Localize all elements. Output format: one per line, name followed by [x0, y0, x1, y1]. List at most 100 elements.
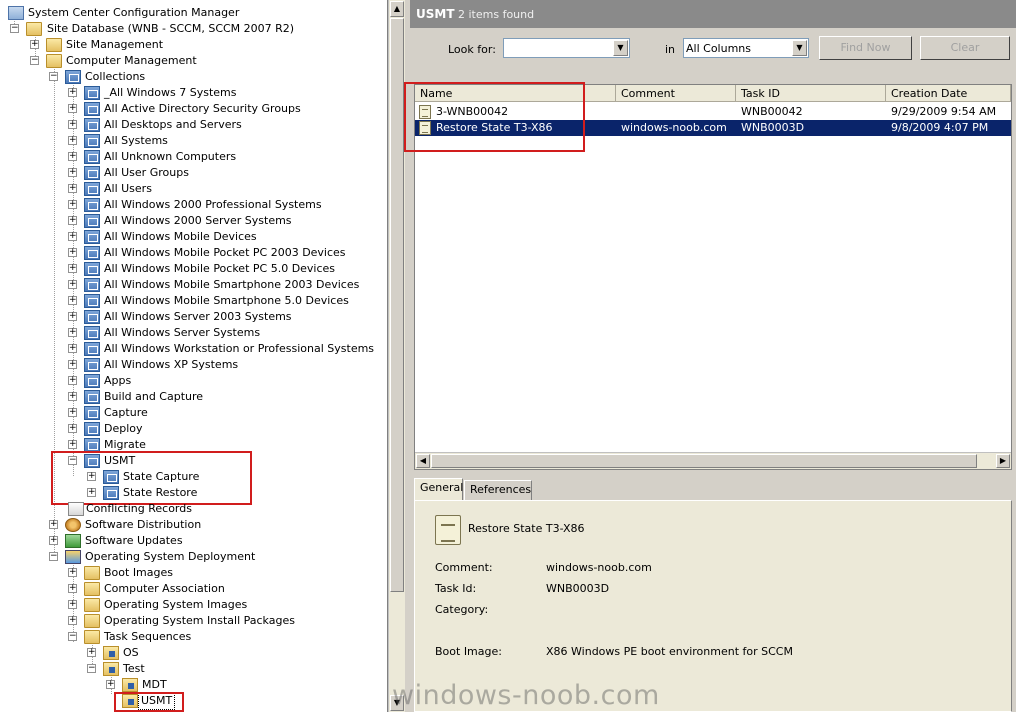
tree-collection-item[interactable]: + All Users: [68, 181, 368, 197]
tree-osd-item[interactable]: + Computer Association: [68, 581, 368, 597]
tree-osd-item[interactable]: + Boot Images: [68, 565, 368, 581]
folder-icon: [46, 54, 62, 68]
tree-root[interactable]: System Center Configuration Manager: [8, 5, 308, 21]
chevron-down-icon[interactable]: ▼: [792, 40, 807, 56]
tree-collection-item[interactable]: + All Windows XP Systems: [68, 357, 368, 373]
tree-scrollbar[interactable]: ▲ ▼: [388, 0, 405, 712]
expand-icon[interactable]: +: [68, 248, 77, 257]
find-now-button[interactable]: Find Now: [819, 36, 912, 60]
expand-icon[interactable]: +: [68, 184, 77, 193]
expand-icon[interactable]: +: [68, 120, 77, 129]
tree-collection-item[interactable]: + All Active Directory Security Groups: [68, 101, 368, 117]
expand-icon[interactable]: +: [68, 280, 77, 289]
tree-osd-item[interactable]: + Operating System Install Packages: [68, 613, 368, 629]
tree-software-distribution[interactable]: + Software Distribution: [49, 517, 309, 533]
tree-collection-item[interactable]: + Deploy: [68, 421, 368, 437]
scroll-right-icon[interactable]: ▶: [996, 454, 1010, 468]
tree-collection-item[interactable]: + _All Windows 7 Systems: [68, 85, 368, 101]
expand-icon[interactable]: +: [68, 568, 77, 577]
tree-task-sequences[interactable]: − Task Sequences: [68, 629, 328, 645]
tree-collection-item[interactable]: + All Windows Workstation or Professional…: [68, 341, 374, 357]
expand-icon[interactable]: +: [68, 376, 77, 385]
tree-collection-item[interactable]: + All Windows 2000 Server Systems: [68, 213, 368, 229]
expand-icon[interactable]: +: [68, 136, 77, 145]
expand-icon[interactable]: +: [49, 520, 58, 529]
expand-icon[interactable]: +: [68, 264, 77, 273]
tab-references[interactable]: References: [464, 480, 532, 500]
expand-icon[interactable]: +: [68, 200, 77, 209]
tree-conflicting-records[interactable]: Conflicting Records: [68, 501, 268, 517]
tree-collection-item[interactable]: + All Windows Mobile Pocket PC 2003 Devic…: [68, 245, 368, 261]
tree-collections[interactable]: − Collections: [49, 69, 309, 85]
column-header-creation-date[interactable]: Creation Date: [886, 85, 1011, 102]
scroll-thumb[interactable]: [390, 18, 404, 592]
expand-icon[interactable]: +: [68, 616, 77, 625]
expand-icon[interactable]: +: [106, 680, 115, 689]
chevron-down-icon[interactable]: ▼: [613, 40, 628, 56]
tree-collection-item[interactable]: + All User Groups: [68, 165, 368, 181]
tree-collection-item[interactable]: + Build and Capture: [68, 389, 368, 405]
expand-icon[interactable]: +: [68, 328, 77, 337]
tree-software-updates[interactable]: + Software Updates: [49, 533, 309, 549]
scroll-left-icon[interactable]: ◀: [416, 454, 430, 468]
tree-ts-mdt[interactable]: + MDT: [106, 677, 306, 693]
expand-icon[interactable]: +: [68, 600, 77, 609]
scroll-thumb[interactable]: [431, 454, 977, 468]
expand-icon[interactable]: +: [68, 296, 77, 305]
expand-icon[interactable]: +: [68, 360, 77, 369]
expand-icon[interactable]: +: [68, 408, 77, 417]
collection-icon: [84, 278, 100, 292]
tree-collection-item[interactable]: + All Windows Mobile Smartphone 2003 Devi…: [68, 277, 368, 293]
scroll-up-icon[interactable]: ▲: [390, 1, 404, 17]
search-column-select[interactable]: All Columns ▼: [683, 38, 809, 58]
expand-icon[interactable]: +: [68, 152, 77, 161]
tree-collection-item[interactable]: + All Windows Mobile Devices: [68, 229, 368, 245]
tree-osd-item[interactable]: + Operating System Images: [68, 597, 368, 613]
column-header-task-id[interactable]: Task ID: [736, 85, 886, 102]
tree-collection-item[interactable]: + All Desktops and Servers: [68, 117, 368, 133]
tree-os-deployment[interactable]: − Operating System Deployment: [49, 549, 309, 565]
collapse-icon[interactable]: −: [87, 664, 96, 673]
expand-icon[interactable]: +: [87, 648, 96, 657]
expand-icon[interactable]: +: [68, 216, 77, 225]
collapse-icon[interactable]: −: [49, 552, 58, 561]
collapse-icon[interactable]: −: [30, 56, 39, 65]
tree-site-management[interactable]: + Site Management: [30, 37, 290, 53]
expand-icon[interactable]: +: [68, 392, 77, 401]
tree-ts-os[interactable]: + OS: [87, 645, 287, 661]
expand-icon[interactable]: +: [68, 104, 77, 113]
collapse-icon[interactable]: −: [68, 632, 77, 641]
list-horizontal-scrollbar[interactable]: ◀ ▶: [415, 452, 1011, 469]
expand-icon[interactable]: +: [68, 88, 77, 97]
collapse-icon[interactable]: −: [49, 72, 58, 81]
expand-icon[interactable]: +: [68, 440, 77, 449]
look-for-input[interactable]: ▼: [503, 38, 630, 58]
tree-site-database[interactable]: − Site Database (WNB - SCCM, SCCM 2007 R…: [10, 21, 330, 37]
tree-collection-item[interactable]: + Capture: [68, 405, 368, 421]
tree-collection-item[interactable]: + All Systems: [68, 133, 368, 149]
tree-ts-test[interactable]: − Test: [87, 661, 287, 677]
tree-collection-item[interactable]: + All Windows 2000 Professional Systems: [68, 197, 368, 213]
expand-icon[interactable]: +: [68, 584, 77, 593]
collapse-icon[interactable]: −: [10, 24, 19, 33]
expand-icon[interactable]: +: [68, 344, 77, 353]
expand-icon[interactable]: +: [49, 536, 58, 545]
folder-icon: [84, 582, 100, 596]
tree-collection-item[interactable]: + All Windows Mobile Pocket PC 5.0 Device…: [68, 261, 368, 277]
expand-icon[interactable]: +: [68, 312, 77, 321]
tab-general[interactable]: General: [414, 478, 463, 500]
tree-collection-item[interactable]: + All Unknown Computers: [68, 149, 368, 165]
expand-icon[interactable]: +: [68, 168, 77, 177]
expand-icon[interactable]: +: [68, 424, 77, 433]
task-sequence-icon: [435, 515, 461, 545]
collection-icon: [84, 230, 100, 244]
column-header-comment[interactable]: Comment: [616, 85, 736, 102]
tree-collection-item[interactable]: + All Windows Server Systems: [68, 325, 368, 341]
tree-collection-item[interactable]: + All Windows Mobile Smartphone 5.0 Devic…: [68, 293, 368, 309]
tree-computer-management[interactable]: − Computer Management: [30, 53, 290, 69]
tree-collection-item[interactable]: + All Windows Server 2003 Systems: [68, 309, 368, 325]
tree-collection-item[interactable]: + Apps: [68, 373, 368, 389]
expand-icon[interactable]: +: [68, 232, 77, 241]
expand-icon[interactable]: +: [30, 40, 39, 49]
clear-button[interactable]: Clear: [920, 36, 1010, 60]
